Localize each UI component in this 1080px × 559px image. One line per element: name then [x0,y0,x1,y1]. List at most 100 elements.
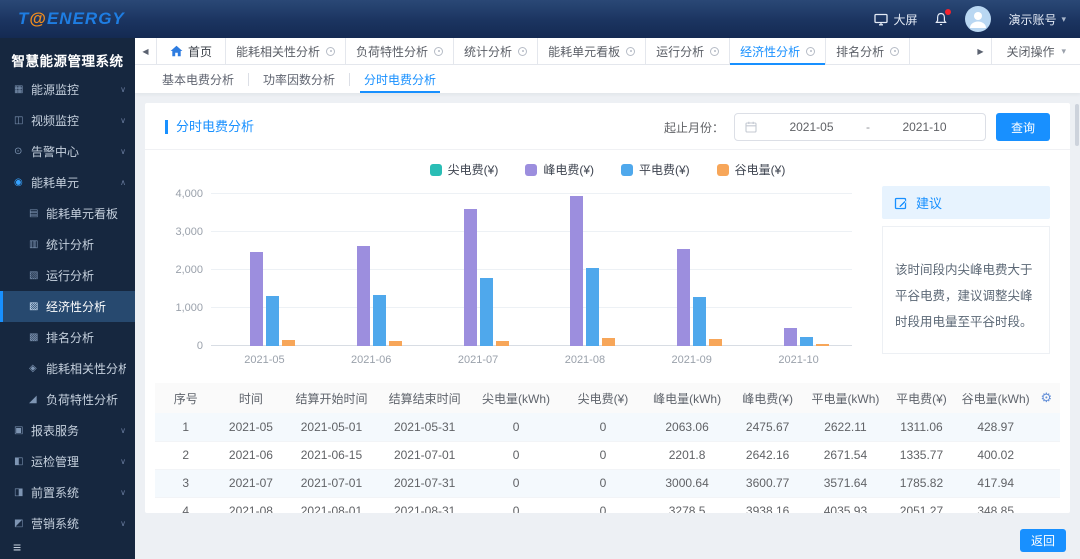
bar[interactable] [372,295,386,346]
end-month-value[interactable]: 2021-10 [874,120,975,134]
legend-item[interactable]: 峰电费(¥) [525,161,594,178]
table-row[interactable]: 2 2021-06 2021-06-15 2021-07-01 0 0 2201.8 2642… [155,441,1060,470]
tab[interactable]: 经济性分析 [730,38,827,65]
bar-groups [211,194,852,346]
column-header: 谷电量(kWh) [958,383,1033,413]
sidebar-item[interactable]: ◈ 能耗相关性分析 [0,353,135,384]
sidebar-item[interactable]: ▦ 能源监控 ∨ [0,74,135,105]
collapse-sidebar-icon[interactable]: ≡ [13,539,21,555]
bar[interactable] [265,296,279,346]
table-row[interactable]: 4 2021-08 2021-08-01 2021-08-31 0 0 3278.5 3938… [155,497,1060,513]
column-header: 结算开始时间 [285,383,378,413]
bar[interactable] [281,340,295,346]
tab-close-icon[interactable] [518,46,528,56]
bar-chart: 0 1,000 2,000 3,000 4,000 2021-05 2021-06 2021… [165,186,864,370]
subtab[interactable]: 分时电费分析 [350,65,450,93]
tab-close-icon[interactable] [434,46,444,56]
tab[interactable]: 统计分析 [454,38,539,64]
bar[interactable] [800,337,814,346]
economic-analysis-icon: ▨ [29,301,39,312]
sidebar-item[interactable]: ◉ 能耗单元 ∧ [0,167,135,198]
sidebar-menu: ▦ 能源监控 ∨ ◫ 视频监控 ∨ ⊙ 告警中心 ∨ ◉ 能耗单元 ∧ ▤ 能耗单元看板 ▥ 统计分析 ▧ 运行分… [0,74,135,539]
bar[interactable] [479,278,493,346]
table-cell: 2671.54 [806,441,885,470]
bar[interactable] [709,339,723,346]
sidebar-item[interactable]: ◨ 前置系统 ∨ [0,477,135,508]
sidebar-item[interactable]: ▤ 能耗单元看板 [0,198,135,229]
sidebar-item[interactable]: ◢ 负荷特性分析 [0,384,135,415]
tab[interactable]: 负荷特性分析 [346,38,455,64]
scrollbar-thumb[interactable] [1075,104,1079,146]
subtab[interactable]: 基本电费分析 [148,65,248,93]
bar[interactable] [693,296,707,346]
column-header: 尖电量(kWh) [471,383,561,413]
sidebar-item[interactable]: ◩ 营销系统 ∨ [0,508,135,539]
table-cell: 2051.27 [884,497,959,513]
bar[interactable] [677,249,691,346]
tab-label: 排名分析 [836,44,885,59]
table-cell: 0 [560,469,646,498]
sidebar-item[interactable]: ▧ 运行分析 [0,260,135,291]
table-cell: 0 [471,441,561,470]
sidebar-item[interactable]: ▩ 排名分析 [0,322,135,353]
subtab[interactable]: 功率因数分析 [249,65,349,93]
legend-item[interactable]: 平电费(¥) [621,161,690,178]
bar[interactable] [356,245,370,346]
table-cell: 2063.06 [645,413,729,442]
sidebar-item[interactable]: ⊙ 告警中心 ∨ [0,136,135,167]
big-screen-label: 大屏 [893,12,918,27]
legend-item[interactable]: 尖电费(¥) [429,161,498,178]
sidebar-item-label: 经济性分析 [46,300,107,314]
legend-label: 谷电量(¥) [734,163,786,177]
tab-label: 负荷特性分析 [356,44,429,59]
table-header-row: 序号 时间 结算开始时间 结算结束时间 尖电量(kWh) 尖电费(¥) 峰电量(kWh) 峰电… [155,383,1060,413]
bar[interactable] [816,343,830,346]
sidebar-item-label: 能耗单元看板 [46,207,119,221]
bar[interactable] [495,340,509,346]
tab[interactable]: 能耗相关性分析 [226,38,347,64]
legend-item[interactable]: 谷电量(¥) [716,161,786,178]
tab[interactable]: 能耗单元看板 [538,38,647,64]
avatar[interactable] [965,6,992,32]
start-month-value[interactable]: 2021-05 [761,120,862,134]
tab-close-icon[interactable] [710,46,720,56]
bar[interactable] [249,251,263,346]
table-row[interactable]: 3 2021-07 2021-07-01 2021-07-31 0 0 3000.64 360… [155,469,1060,498]
sidebar-item[interactable]: ◧ 运检管理 ∨ [0,446,135,477]
bar[interactable] [602,338,616,346]
table-row[interactable]: 1 2021-05 2021-05-01 2021-05-31 0 0 2063.06 247… [155,413,1060,442]
bar[interactable] [388,341,402,346]
bar[interactable] [784,328,798,346]
bar-group [745,194,852,346]
tab[interactable]: 排名分析 [826,38,911,64]
tab-close-icon[interactable] [626,46,636,56]
tabs-scroll-left-icon[interactable]: ◀ [135,38,157,64]
home-icon [170,45,183,57]
suggestion-title: 建议 [916,196,943,211]
tab-close-icon[interactable] [326,46,336,56]
tab-close-icon[interactable] [890,46,900,56]
back-button[interactable]: 返回 [1019,529,1066,552]
bar[interactable] [586,268,600,346]
inspection-mgmt-icon: ◧ [14,456,24,467]
tab-close-icon[interactable] [806,46,816,56]
table-settings-gear-icon[interactable]: ⚙ [1041,390,1053,405]
bar[interactable] [463,209,477,346]
tab[interactable]: 运行分析 [646,38,731,64]
sidebar-item[interactable]: ▨ 经济性分析 [0,291,135,322]
close-operations-dropdown[interactable]: 关闭操作 ▾ [991,38,1080,64]
account-menu[interactable]: 演示账号 ▾ [1008,11,1066,28]
tab-home[interactable]: 首页 [157,38,227,64]
tabs-scroll-right-icon[interactable]: ▶ [969,38,991,64]
bar[interactable] [570,196,584,346]
table-cell: 2021-08 [216,497,286,513]
sidebar-item[interactable]: ◫ 视频监控 ∨ [0,105,135,136]
month-range-picker[interactable]: 2021-05 - 2021-10 [733,113,986,141]
legend-swatch [621,163,633,176]
legend-swatch [429,163,442,176]
big-screen-button[interactable]: 大屏 [874,11,917,28]
sidebar-item[interactable]: ▥ 统计分析 [0,229,135,260]
notifications-button[interactable] [934,8,952,27]
query-button[interactable]: 查询 [995,113,1050,141]
sidebar-item[interactable]: ▣ 报表服务 ∨ [0,415,135,446]
